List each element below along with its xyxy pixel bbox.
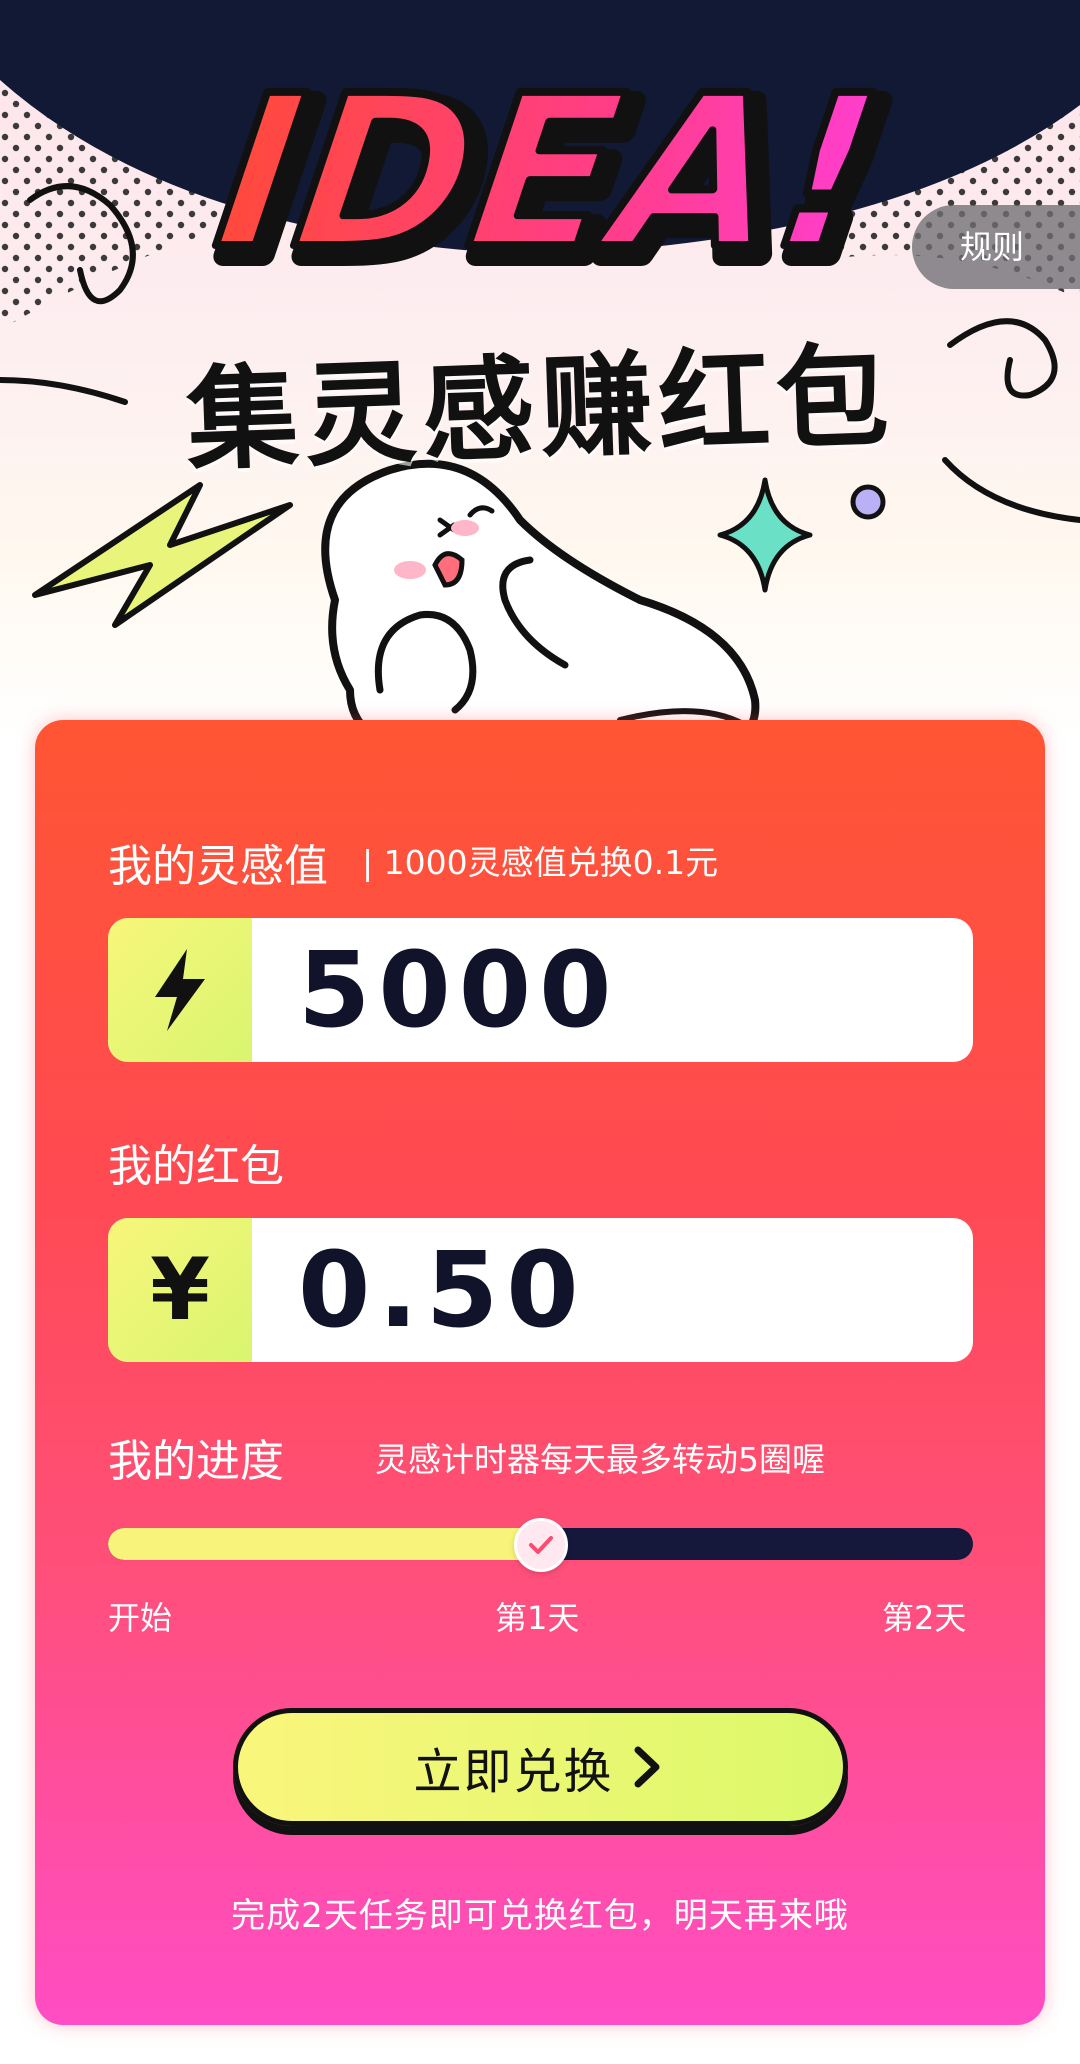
points-value-box: 5000 bbox=[108, 918, 973, 1062]
redeem-button-label: 立即兑换 bbox=[413, 1744, 614, 1800]
redeem-button[interactable]: 立即兑换 bbox=[233, 1708, 848, 1826]
currency-symbol: ¥ bbox=[150, 1240, 210, 1340]
sparkle-icon bbox=[717, 477, 813, 593]
redpacket-value: 0.50 bbox=[298, 1229, 587, 1351]
progress-hint: 灵感计时器每天最多转动5圈喔 bbox=[375, 1440, 825, 1479]
points-value: 5000 bbox=[298, 929, 620, 1051]
reward-card bbox=[35, 720, 1045, 2025]
redpacket-label: 我的红包 bbox=[108, 1141, 284, 1192]
redeem-note: 完成2天任务即可兑换红包，明天再来哦 bbox=[231, 1896, 849, 1936]
yen-icon: ¥ bbox=[108, 1218, 252, 1362]
title-idea: IDEA! bbox=[204, 50, 893, 295]
progress-knob bbox=[513, 1518, 568, 1572]
progress-tick-day1: 第1天 bbox=[495, 1599, 580, 1637]
lightning-icon bbox=[108, 918, 252, 1062]
redpacket-value-box: ¥ 0.50 bbox=[108, 1218, 973, 1362]
mascot-character bbox=[321, 459, 760, 740]
progress-tick-day2: 第2天 bbox=[882, 1599, 967, 1637]
points-label: 我的灵感值 bbox=[108, 841, 328, 892]
points-rate-text: | 1000灵感值兑换0.1元 bbox=[362, 843, 719, 882]
progress-tick-start: 开始 bbox=[108, 1599, 173, 1637]
hero-banner: IDEA! IDEA! 集灵感赚红包 bbox=[0, 0, 1080, 740]
progress-label: 我的进度 bbox=[108, 1436, 284, 1487]
lightning-decoration-icon bbox=[32, 482, 293, 628]
chevron-right-icon bbox=[634, 1746, 659, 1788]
rules-button[interactable]: 规则 bbox=[912, 205, 1080, 289]
check-icon bbox=[528, 1536, 553, 1554]
progress-fill bbox=[108, 1528, 541, 1560]
